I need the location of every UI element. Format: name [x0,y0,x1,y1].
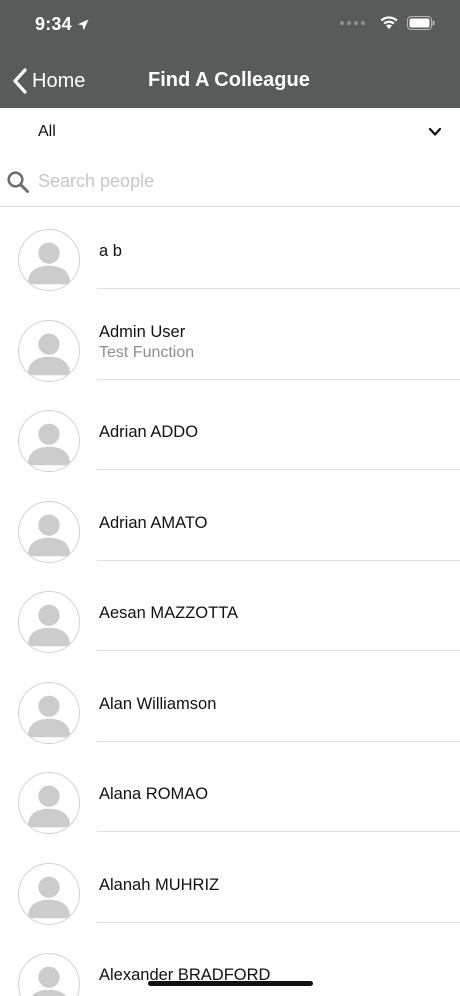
navigation-bar: 9:34 Home Find A Colleague [0,0,460,108]
person-row[interactable]: Aesan MAZZOTTA [0,569,460,660]
home-indicator [148,981,313,986]
person-row[interactable]: Alexander BRADFORD [0,931,460,996]
person-name: Adrian ADDO [99,423,199,441]
chevron-left-icon [13,68,27,94]
wifi-icon [380,16,398,29]
status-bar-icons [340,15,435,30]
search-input[interactable] [38,166,438,196]
battery-icon [407,15,435,30]
person-row[interactable]: Alana ROMAO [0,750,460,841]
avatar-placeholder-icon [18,953,80,996]
page-title: Find A Colleague [148,69,310,91]
person-row[interactable]: Admin User Test Function [0,298,460,389]
person-name: Admin User [99,322,186,341]
back-button[interactable]: Home [12,66,85,96]
search-icon [7,171,29,193]
location-arrow-icon [77,19,89,30]
person-name: Adrian AMATO [99,513,208,532]
avatar-placeholder-icon [18,772,80,834]
row-divider [97,650,460,651]
person-subtitle: Test Function [99,343,195,361]
row-divider [97,740,460,742]
row-divider [97,469,460,470]
person-row[interactable]: Alanah MUHRIZ [0,841,460,932]
person-name: a b [99,242,122,260]
person-row[interactable]: Alan Williamson [0,660,460,751]
filter-selected-value: All [38,123,56,140]
row-divider [97,831,460,832]
person-name: Alana ROMAO [99,785,209,803]
person-name: Alanah MUHRIZ [99,875,220,894]
person-name: Aesan MAZZOTTA [99,604,239,622]
avatar-placeholder-icon [18,862,80,925]
avatar-placeholder-icon [18,319,80,382]
person-row[interactable]: Adrian ADDO [0,388,460,479]
filter-dropdown[interactable]: All [0,108,460,158]
row-divider [97,921,460,923]
status-time-text: 9:34 [35,14,72,34]
row-divider [97,378,460,380]
avatar-placeholder-icon [18,229,80,291]
row-divider [97,559,460,561]
signal-icon [340,20,365,25]
back-button-label: Home [32,69,86,92]
person-row[interactable]: Adrian AMATO [0,479,460,570]
avatar-placeholder-icon [18,500,80,563]
search-bar [0,158,460,207]
person-name: Alan Williamson [99,694,217,713]
row-divider [97,288,460,289]
avatar-placeholder-icon [18,410,80,472]
status-bar-time: 9:34 [35,14,89,35]
avatar-placeholder-icon [18,681,80,744]
chevron-down-icon [428,127,442,136]
avatar-placeholder-icon [18,591,80,653]
people-list: a b Admin User Test Function Adrian ADDO Adr… [0,207,460,996]
person-row[interactable]: a b [0,207,460,298]
find-colleague-screen: 9:34 Home Find A Colleague All Search pe… [0,0,460,996]
